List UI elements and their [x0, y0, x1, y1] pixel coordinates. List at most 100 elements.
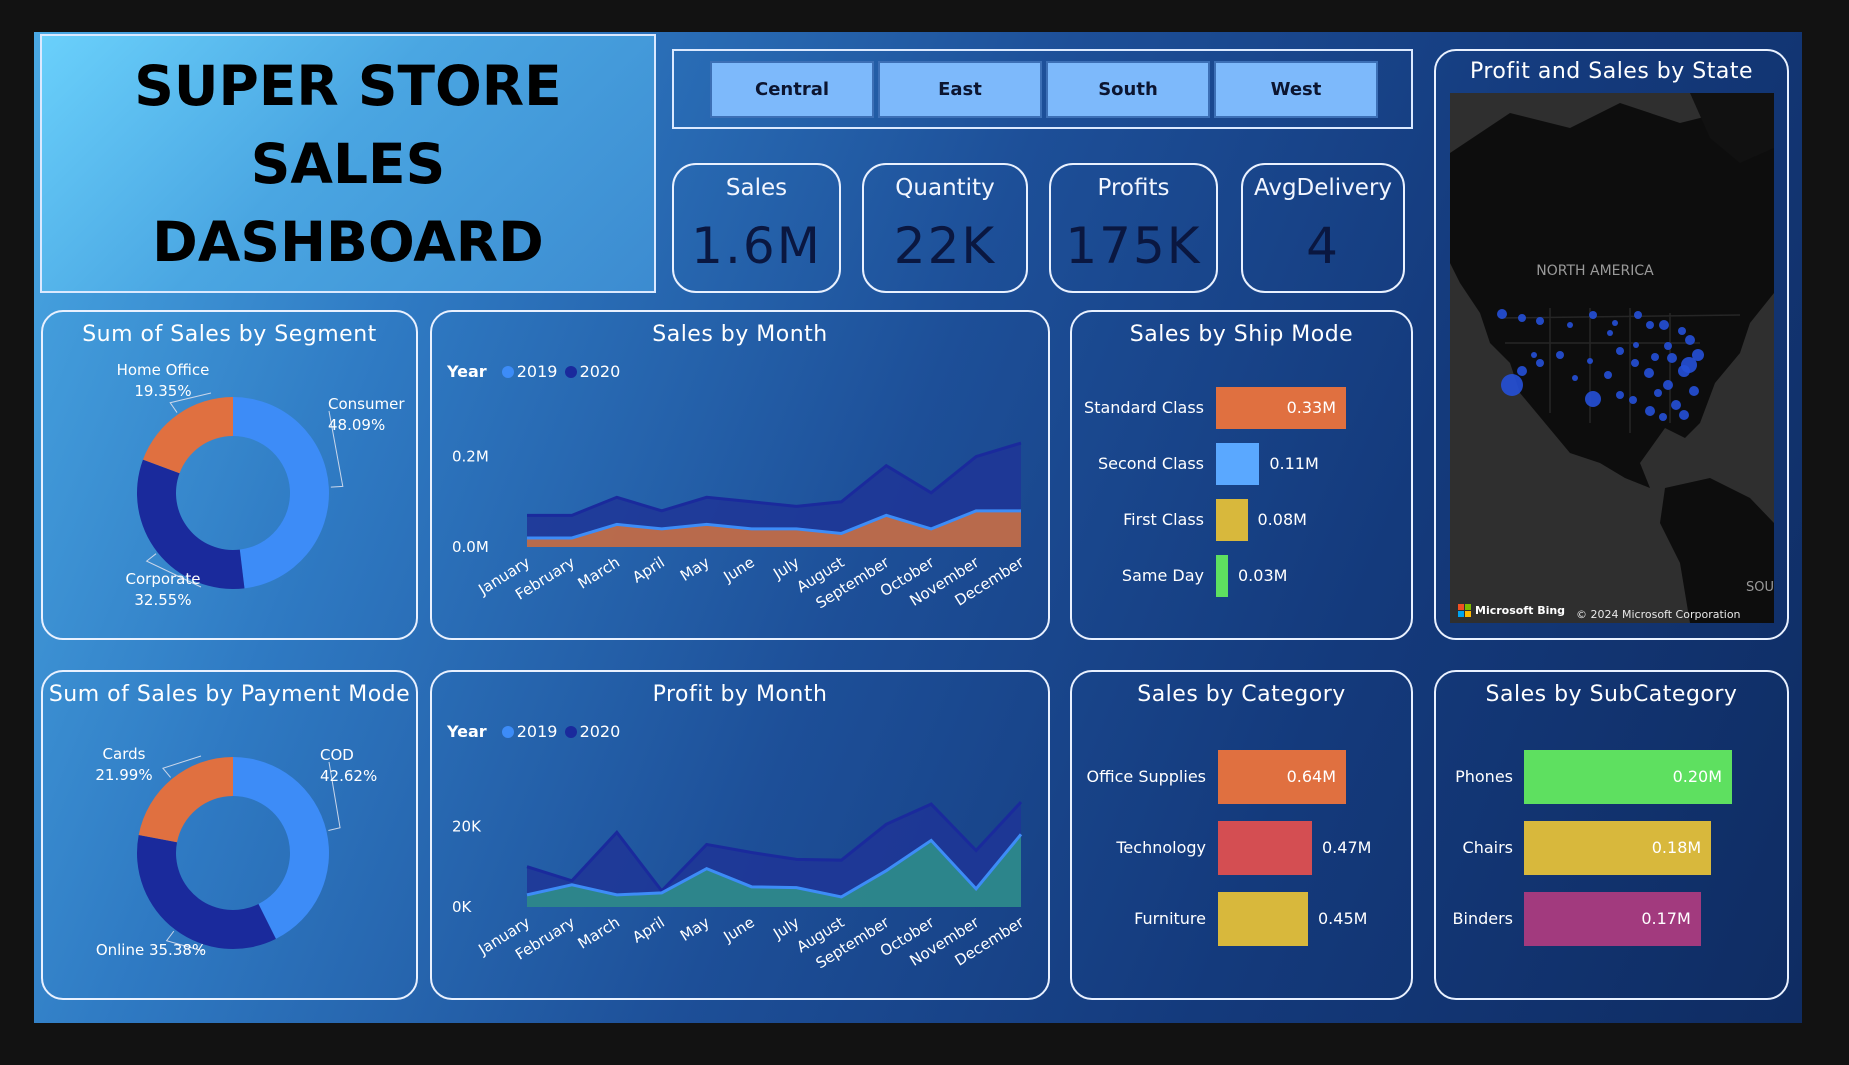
kpi-card-quantity: Quantity 22K — [862, 163, 1028, 293]
state-bubble[interactable] — [1572, 375, 1578, 381]
y-tick-label: 0.2M — [452, 448, 489, 466]
state-bubble[interactable] — [1644, 368, 1654, 378]
bar-category-label: First Class — [1123, 510, 1204, 529]
state-bubble[interactable] — [1607, 330, 1613, 336]
x-tick-label: May — [677, 553, 713, 585]
payment-donut-chart: COD 42.62% Online 35.38% Cards 21.99% — [95, 745, 377, 959]
map-title: Profit and Sales by State — [1469, 59, 1754, 84]
kpi-card-sales: Sales 1.6M — [672, 163, 841, 293]
dashboard-title-panel: SUPER STORE SALES DASHBOARD — [40, 34, 656, 293]
region-button-east[interactable]: East — [878, 61, 1042, 118]
bar-value-label: 0.20M — [1672, 767, 1722, 786]
bar-category-label: Same Day — [1121, 566, 1204, 585]
x-tick-label: April — [629, 913, 668, 946]
segment-donut-panel: Sum of Sales by Segment Consumer 48.09% Co… — [41, 310, 418, 640]
state-bubble[interactable] — [1664, 342, 1672, 350]
bar-category-label: Binders — [1452, 909, 1513, 928]
y-tick-label: 0K — [452, 898, 473, 916]
bar-second-class[interactable] — [1216, 443, 1260, 485]
north-america-label: NORTH AMERICA — [1536, 263, 1654, 279]
subcategory-panel: Sales by SubCategory Phones 0.20M Chairs 0.… — [1434, 670, 1789, 1000]
state-bubble[interactable] — [1629, 396, 1637, 404]
kpi-label: AvgDelivery — [1253, 175, 1393, 201]
bar-category-label: Furniture — [1134, 909, 1206, 928]
state-bubble[interactable] — [1536, 317, 1544, 325]
dashboard-title-line-2: SALES — [250, 131, 446, 196]
state-bubble[interactable] — [1634, 311, 1642, 319]
state-bubble[interactable] — [1616, 391, 1624, 399]
state-bubble[interactable] — [1536, 359, 1544, 367]
bar-category-label: Second Class — [1097, 454, 1204, 473]
state-bubble[interactable] — [1587, 358, 1593, 364]
state-bubble[interactable] — [1567, 322, 1573, 328]
donut-slice-consumer[interactable] — [233, 397, 329, 589]
region-button-central[interactable]: Central — [710, 61, 874, 118]
region-button-south[interactable]: South — [1046, 61, 1210, 118]
donut-category-label: Corporate — [126, 570, 201, 588]
state-bubble[interactable] — [1689, 386, 1699, 396]
donut-percent-label: 21.99% — [95, 766, 152, 784]
donut-slice-home-office[interactable] — [142, 397, 233, 474]
x-tick-label: March — [575, 913, 623, 953]
map-panel: Profit and Sales by State NORTH AMERICA … — [1434, 49, 1789, 640]
bar-furniture[interactable] — [1218, 892, 1308, 946]
state-bubble[interactable] — [1679, 410, 1689, 420]
bar-value-label: 0.08M — [1257, 510, 1307, 529]
map-copyright: © 2024 Microsoft Corporation — [1576, 608, 1741, 621]
state-bubble[interactable] — [1678, 327, 1686, 335]
state-bubble[interactable] — [1654, 389, 1662, 397]
donut-percent-label: 32.55% — [134, 591, 191, 609]
bar-category-label: Standard Class — [1084, 398, 1204, 417]
donut-slice-online[interactable] — [136, 834, 276, 949]
state-bubble[interactable] — [1517, 366, 1527, 376]
state-bubble[interactable] — [1651, 353, 1659, 361]
dashboard-canvas: SUPER STORE SALES DASHBOARD Central East… — [34, 32, 1802, 1023]
state-bubble[interactable] — [1612, 320, 1618, 326]
state-bubble[interactable] — [1497, 309, 1507, 319]
south-america-label: SOUTH — [1746, 580, 1774, 595]
payment-donut-panel: Sum of Sales by Payment Mode COD 42.62% On… — [41, 670, 418, 1000]
state-bubble[interactable] — [1631, 359, 1639, 367]
sales-by-month-panel: Sales by Month Year 2019 2020 0.0M 0.2M Ja… — [430, 310, 1050, 640]
state-bubble[interactable] — [1616, 347, 1624, 355]
bing-logo-icon — [1458, 604, 1464, 610]
profit-by-month-chart: 0K20KJanuaryFebruaryMarch April May June Jul… — [452, 801, 1028, 972]
state-bubble[interactable] — [1646, 321, 1654, 329]
dashboard-title-line-3: DASHBOARD — [152, 209, 544, 274]
state-bubble[interactable] — [1659, 320, 1669, 330]
bar-technology[interactable] — [1218, 821, 1312, 875]
state-bubble[interactable] — [1659, 413, 1667, 421]
x-tick-label: May — [677, 913, 713, 945]
category-panel: Sales by Category Office Supplies 0.64M Te… — [1070, 670, 1413, 1000]
kpi-label: Quantity — [895, 175, 995, 201]
state-bubble[interactable] — [1678, 365, 1690, 377]
state-bubble[interactable] — [1531, 352, 1537, 358]
state-bubble[interactable] — [1556, 351, 1564, 359]
state-bubble[interactable] — [1589, 311, 1597, 319]
state-bubble[interactable] — [1671, 400, 1681, 410]
state-bubble[interactable] — [1633, 342, 1639, 348]
bar-value-label: 0.11M — [1269, 454, 1319, 473]
state-bubble[interactable] — [1518, 314, 1526, 322]
state-bubble[interactable] — [1604, 371, 1612, 379]
map-svg: NORTH AMERICA SOUTH Microsoft Bing © 202… — [1450, 93, 1774, 623]
bar-category-label: Phones — [1455, 767, 1513, 786]
bar-category-label: Technology — [1116, 838, 1206, 857]
donut-slice-cards[interactable] — [138, 757, 233, 843]
region-button-west[interactable]: West — [1214, 61, 1378, 118]
state-bubble[interactable] — [1645, 406, 1655, 416]
bar-first-class[interactable] — [1216, 499, 1248, 541]
state-bubble[interactable] — [1663, 380, 1673, 390]
state-bubble[interactable] — [1585, 391, 1601, 407]
map-view[interactable]: NORTH AMERICA SOUTH Microsoft Bing © 202… — [1450, 93, 1774, 623]
state-bubble[interactable] — [1685, 335, 1695, 345]
bar-same-day[interactable] — [1216, 555, 1228, 597]
profit-by-month-panel: Profit by Month Year 2019 2020 0K 20K Janu… — [430, 670, 1050, 1000]
state-bubble[interactable] — [1501, 374, 1523, 396]
bing-logo-icon — [1458, 611, 1464, 617]
state-bubble[interactable] — [1667, 353, 1677, 363]
x-tick-label: April — [629, 553, 668, 586]
bing-logo-icon — [1465, 611, 1471, 617]
bar-value-label: 0.18M — [1651, 838, 1702, 857]
kpi-card-profits: Profits 175K — [1049, 163, 1218, 293]
